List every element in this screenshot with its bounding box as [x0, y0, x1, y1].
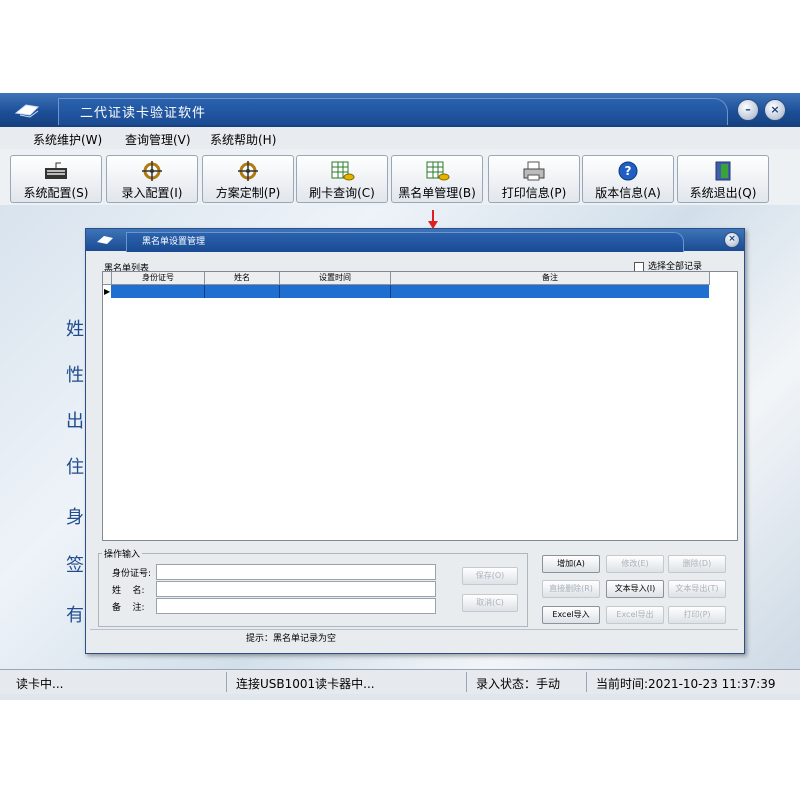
column-header-time[interactable]: 设置时间: [280, 272, 391, 285]
card-query-button[interactable]: 刷卡查询(C): [296, 155, 388, 203]
menu-system-maintenance[interactable]: 系统维护(W): [33, 131, 102, 148]
delete-button[interactable]: 删除(D): [668, 555, 726, 573]
dialog-hint-bar: [90, 629, 738, 646]
minimize-button[interactable]: –: [737, 99, 759, 121]
name-label: 姓 名:: [112, 586, 145, 596]
side-label: 出: [66, 411, 84, 432]
name-field[interactable]: [156, 581, 436, 597]
edit-button[interactable]: 修改(E): [606, 555, 664, 573]
dialog-title-tab: [126, 232, 684, 252]
printer-icon: [521, 160, 547, 182]
status-divider: [226, 672, 227, 692]
keyboard-icon: [43, 160, 69, 182]
dialog-close-button[interactable]: ×: [724, 232, 740, 248]
status-divider: [586, 672, 587, 692]
id-number-label: 身份证号:: [112, 569, 152, 579]
help-icon: ?: [615, 160, 641, 182]
menu-bar: 系统维护(W) 查询管理(V) 系统帮助(H): [0, 127, 800, 150]
toolbar-label: 方案定制(P): [215, 186, 281, 200]
toolbar-label: 系统配置(S): [23, 186, 89, 200]
side-label: 有: [66, 605, 84, 626]
ship-wheel-icon: [235, 160, 261, 182]
column-header-id[interactable]: 身份证号: [112, 272, 205, 285]
status-divider: [466, 672, 467, 692]
cell-divider: [204, 285, 205, 298]
toolbar: 系统配置(S) 录入配置(I) 方案定制(P) 刷卡查询(C) 黑名单管理(B): [0, 149, 800, 205]
excel-export-button[interactable]: Excel导出: [606, 606, 664, 624]
scheme-custom-button[interactable]: 方案定制(P): [202, 155, 294, 203]
toolbar-label: 版本信息(A): [595, 186, 661, 200]
toolbar-label: 打印信息(P): [501, 186, 567, 200]
title-bar: 二代证读卡验证软件 – ×: [0, 93, 800, 127]
app-logo-icon: [12, 99, 42, 121]
remark-label: 备 注:: [112, 603, 145, 613]
dialog-title-bar: 黑名单设置管理 ×: [86, 229, 744, 252]
toolbar-label: 黑名单管理(B): [398, 186, 476, 200]
side-label: 签: [66, 555, 84, 576]
column-header-remark[interactable]: 备注: [391, 272, 710, 285]
print-info-button[interactable]: 打印信息(P): [488, 155, 580, 203]
status-bar: 读卡中... 连接USB1001读卡器中... 录入状态：手动 当前时间:202…: [0, 669, 800, 694]
remark-field[interactable]: [156, 598, 436, 614]
blacklist-manage-button[interactable]: 黑名单管理(B): [391, 155, 483, 203]
checkbox-box[interactable]: [634, 261, 644, 272]
toolbar-label: 录入配置(I): [121, 186, 183, 200]
cell-divider: [279, 285, 280, 298]
cell-divider: [390, 285, 391, 298]
system-config-button[interactable]: 系统配置(S): [10, 155, 102, 203]
cancel-button[interactable]: 取消(C): [462, 594, 518, 612]
id-number-field[interactable]: [156, 564, 436, 580]
svg-text:?: ?: [625, 164, 632, 178]
add-button[interactable]: 增加(A): [542, 555, 600, 573]
save-button[interactable]: 保存(O): [462, 567, 518, 585]
side-label: 身: [66, 507, 84, 528]
close-button[interactable]: ×: [764, 99, 786, 121]
input-config-button[interactable]: 录入配置(I): [106, 155, 198, 203]
status-reading: 读卡中...: [16, 677, 64, 691]
dialog-logo-icon: [94, 232, 116, 251]
side-label: 住: [66, 457, 84, 478]
operation-input-label: 操作输入: [102, 547, 143, 560]
status-connection: 连接USB1001读卡器中...: [236, 677, 375, 691]
table-coins-icon: [424, 160, 450, 182]
dialog-title: 黑名单设置管理: [142, 237, 206, 247]
red-arrow-icon: [428, 210, 438, 229]
excel-import-button[interactable]: Excel导入: [542, 606, 600, 624]
toolbar-label: 刷卡查询(C): [309, 186, 375, 200]
text-import-button[interactable]: 文本导入(I): [606, 580, 664, 598]
side-label: 姓: [66, 319, 84, 340]
hint-text: 提示：黑名单记录为空: [246, 634, 337, 644]
exit-door-icon: [710, 160, 736, 182]
menu-query-management[interactable]: 查询管理(V): [125, 131, 191, 148]
status-time: 当前时间:2021-10-23 11:37:39: [596, 677, 776, 691]
text-export-button[interactable]: 文本导出(T): [668, 580, 726, 598]
print-button[interactable]: 打印(P): [668, 606, 726, 624]
row-pointer-icon: ▶: [104, 287, 111, 296]
row-header-corner: [103, 272, 112, 285]
column-header-name[interactable]: 姓名: [205, 272, 280, 285]
table-row[interactable]: [111, 285, 709, 298]
blacklist-table[interactable]: 身份证号 姓名 设置时间 备注 ▶: [102, 271, 738, 541]
side-label: 性: [66, 365, 84, 386]
window-title: 二代证读卡验证软件: [80, 106, 207, 121]
table-coins-icon: [329, 160, 355, 182]
toolbar-label: 系统退出(Q): [689, 186, 757, 200]
ship-wheel-icon: [139, 160, 165, 182]
direct-delete-button[interactable]: 直接删除(R): [542, 580, 600, 598]
version-info-button[interactable]: ? 版本信息(A): [582, 155, 674, 203]
blacklist-dialog: 黑名单设置管理 × 黑名单列表 选择全部记录 身份证号 姓名 设置时间 备注 ▶…: [85, 228, 745, 654]
system-exit-button[interactable]: 系统退出(Q): [677, 155, 769, 203]
status-input-mode: 录入状态：手动: [476, 677, 561, 691]
menu-system-help[interactable]: 系统帮助(H): [210, 131, 276, 148]
